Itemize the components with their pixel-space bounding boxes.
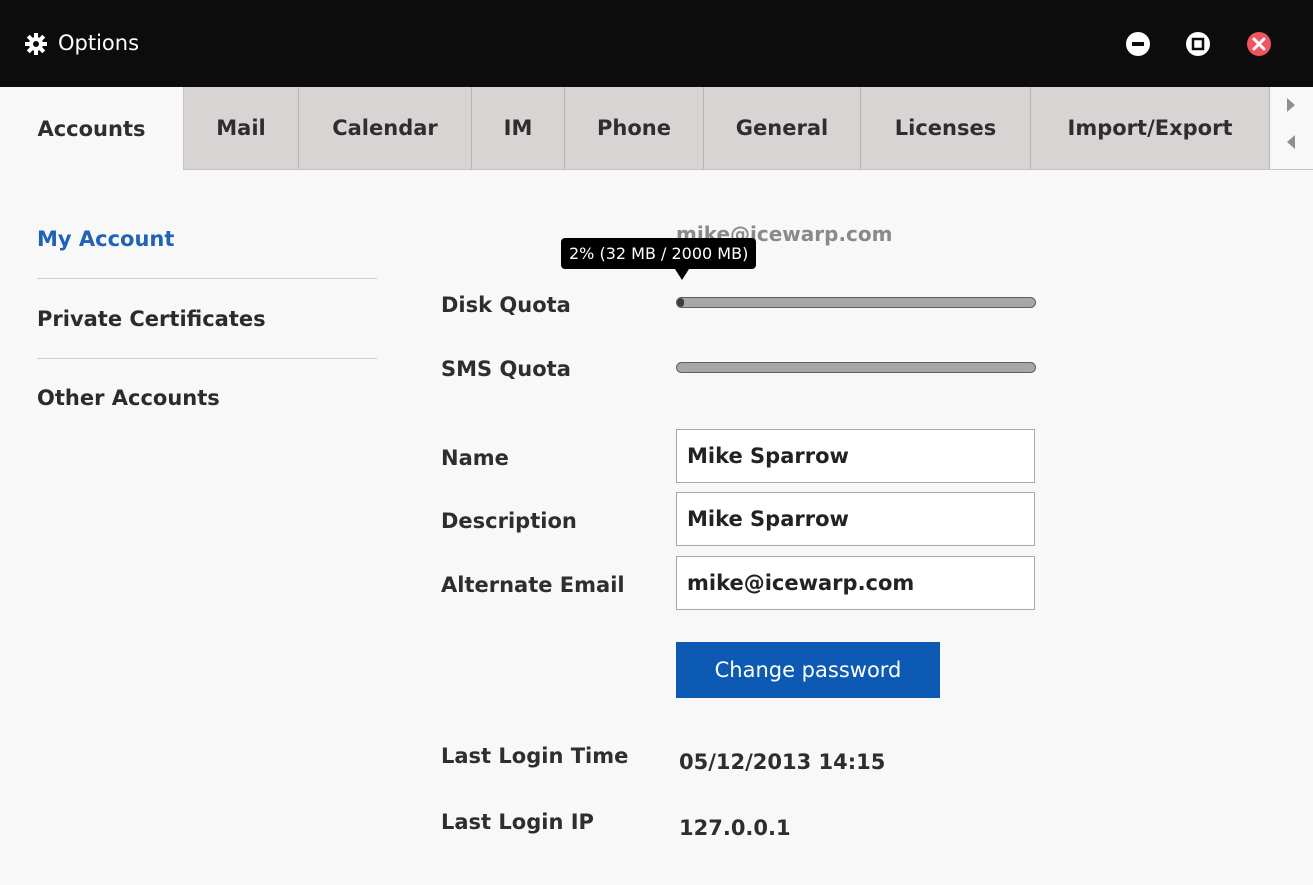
gear-icon <box>24 32 48 56</box>
sidebar-item-my-account[interactable]: My Account <box>37 227 377 251</box>
disk-quota-label: Disk Quota <box>441 293 571 317</box>
name-field[interactable] <box>676 429 1035 483</box>
tab-licenses[interactable]: Licenses <box>861 87 1031 169</box>
sms-quota-label: SMS Quota <box>441 357 571 381</box>
divider <box>37 358 377 359</box>
close-icon[interactable] <box>1247 32 1271 56</box>
window-title: Options <box>58 31 140 55</box>
title-bar: Options <box>0 0 1313 87</box>
tab-mail[interactable]: Mail <box>184 87 299 169</box>
last-login-time-label: Last Login Time <box>441 744 629 768</box>
sidebar-item-private-certificates[interactable]: Private Certificates <box>37 307 377 331</box>
sidebar-item-other-accounts[interactable]: Other Accounts <box>37 386 377 410</box>
tab-bar: Accounts Mail Calendar IM Phone General … <box>0 87 1313 170</box>
sms-quota-bar <box>676 362 1036 373</box>
tab-calendar[interactable]: Calendar <box>299 87 472 169</box>
tab-im[interactable]: IM <box>472 87 565 169</box>
change-password-button[interactable]: Change password <box>676 642 940 698</box>
last-login-ip-label: Last Login IP <box>441 810 594 834</box>
tab-phone[interactable]: Phone <box>565 87 704 169</box>
tab-accounts[interactable]: Accounts <box>0 87 184 170</box>
description-field[interactable] <box>676 492 1035 546</box>
alternate-email-label: Alternate Email <box>441 573 625 597</box>
maximize-icon[interactable] <box>1186 32 1210 56</box>
divider <box>37 278 377 279</box>
minimize-icon[interactable] <box>1126 32 1150 56</box>
last-login-time-value: 05/12/2013 14:15 <box>679 750 886 774</box>
tab-scroller <box>1270 87 1313 169</box>
tab-import-export[interactable]: Import/Export <box>1031 87 1270 169</box>
name-label: Name <box>441 446 509 470</box>
disk-quota-bar <box>676 297 1036 308</box>
last-login-ip-value: 127.0.0.1 <box>679 816 791 840</box>
description-label: Description <box>441 509 577 533</box>
scroll-left-icon[interactable] <box>1287 135 1295 149</box>
tab-general[interactable]: General <box>704 87 861 169</box>
disk-quota-fill <box>677 298 685 307</box>
disk-quota-tooltip: 2% (32 MB / 2000 MB) <box>561 238 757 280</box>
alternate-email-field[interactable] <box>676 556 1035 610</box>
scroll-right-icon[interactable] <box>1287 98 1295 112</box>
content-area: My Account Private Certificates Other Ac… <box>0 170 1313 885</box>
